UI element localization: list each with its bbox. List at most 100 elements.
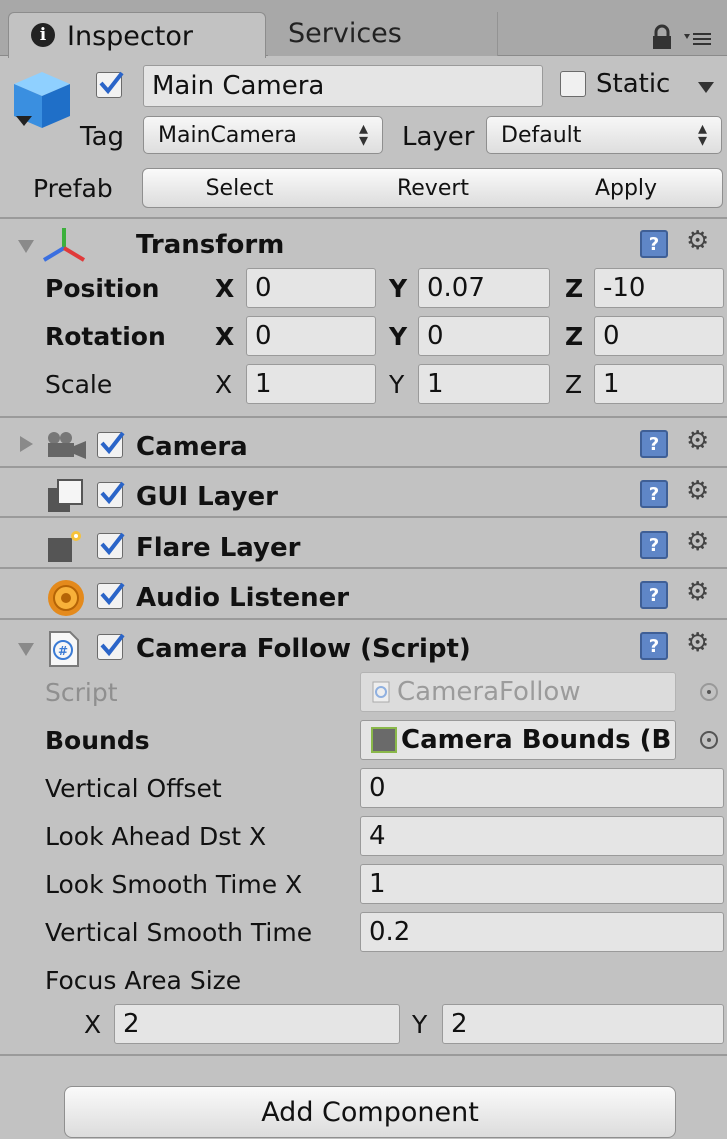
flare-layer-title: Flare Layer (136, 533, 301, 563)
scale-x-label[interactable]: X (215, 372, 232, 397)
focus-x-field[interactable]: 2 (114, 1004, 400, 1044)
prefab-revert-button[interactable]: Revert (336, 168, 531, 208)
position-x-label[interactable]: X (215, 276, 234, 301)
help-icon[interactable]: ? (640, 230, 668, 258)
gear-icon[interactable]: ⚙ (686, 579, 709, 605)
gui-layer-icon (48, 479, 83, 512)
look-ahead-dst-x-field[interactable]: 4 (360, 816, 724, 856)
vertical-offset-field[interactable]: 0 (360, 768, 724, 808)
tab-menu-icon[interactable] (684, 30, 712, 48)
svg-text:#: # (58, 644, 68, 658)
tag-label: Tag (80, 122, 125, 152)
position-y-label[interactable]: Y (389, 276, 407, 301)
tab-services[interactable]: Services (268, 12, 498, 56)
script-label: Script (45, 678, 118, 707)
lock-icon[interactable] (650, 24, 674, 50)
bounds-object-field[interactable]: Camera Bounds (B (360, 720, 676, 760)
tab-inspector-label: Inspector (67, 21, 193, 52)
static-checkbox[interactable] (560, 71, 586, 97)
tag-value: MainCamera (158, 122, 297, 148)
layer-label: Layer (402, 122, 475, 152)
info-icon: i (31, 23, 55, 47)
separator (0, 516, 727, 518)
box-collider-icon (371, 727, 397, 753)
camera-enabled-checkbox[interactable] (97, 431, 125, 458)
scale-y-label[interactable]: Y (389, 372, 404, 397)
separator (0, 618, 727, 620)
rotation-z-label[interactable]: Z (565, 324, 583, 349)
prefab-label: Prefab (33, 174, 113, 203)
position-z-label[interactable]: Z (565, 276, 583, 301)
focus-x-label[interactable]: X (84, 1012, 101, 1037)
tab-inspector[interactable]: i Inspector (8, 12, 266, 58)
gear-icon[interactable]: ⚙ (686, 228, 709, 254)
csharp-script-icon: # (49, 631, 79, 667)
transform-title: Transform (136, 230, 285, 260)
gear-icon[interactable]: ⚙ (686, 630, 709, 656)
gear-icon[interactable]: ⚙ (686, 478, 709, 504)
script-file-icon (372, 681, 390, 703)
scale-y-field[interactable]: 1 (418, 364, 550, 404)
position-z-field[interactable]: -10 (594, 268, 724, 308)
layer-dropdown[interactable]: Default ▴ ▾ (486, 116, 722, 154)
prefab-apply-button[interactable]: Apply (530, 168, 723, 208)
flare-layer-enabled-checkbox[interactable] (97, 532, 125, 559)
rotation-y-label[interactable]: Y (389, 324, 407, 349)
focus-y-field[interactable]: 2 (442, 1004, 724, 1044)
look-ahead-dst-x-label: Look Ahead Dst X (45, 822, 267, 851)
tab-services-label: Services (288, 18, 402, 49)
separator (0, 567, 727, 569)
transform-axis-icon (42, 228, 86, 262)
position-label: Position (45, 274, 160, 303)
add-component-button[interactable]: Add Component (64, 1086, 676, 1138)
script-enabled-checkbox[interactable] (97, 633, 125, 660)
vertical-smooth-time-label: Vertical Smooth Time (45, 918, 313, 947)
help-icon[interactable]: ? (640, 632, 668, 660)
rotation-x-label[interactable]: X (215, 324, 234, 349)
gear-icon[interactable]: ⚙ (686, 529, 709, 555)
foldout-arrow-icon[interactable] (20, 436, 33, 452)
help-icon[interactable]: ? (640, 480, 668, 508)
foldout-arrow-icon[interactable] (18, 240, 34, 253)
rotation-label: Rotation (45, 322, 166, 351)
scale-x-field[interactable]: 1 (246, 364, 376, 404)
audio-listener-title: Audio Listener (136, 583, 350, 613)
prefab-select-button[interactable]: Select (142, 168, 337, 208)
separator (0, 1054, 727, 1056)
object-picker-icon[interactable] (700, 731, 718, 749)
static-label: Static (596, 69, 671, 99)
bounds-label: Bounds (45, 726, 150, 755)
position-x-field[interactable]: 0 (246, 268, 376, 308)
help-icon[interactable]: ? (640, 430, 668, 458)
audio-listener-icon (48, 580, 84, 616)
rotation-z-field[interactable]: 0 (594, 316, 724, 356)
static-dropdown-icon[interactable] (698, 82, 714, 93)
active-checkbox[interactable] (96, 71, 124, 98)
help-icon[interactable]: ? (640, 531, 668, 559)
object-picker-icon (700, 683, 718, 701)
scale-z-field[interactable]: 1 (594, 364, 724, 404)
updown-arrows-icon: ▴ ▾ (358, 118, 368, 151)
name-field[interactable]: Main Camera (143, 65, 543, 107)
focus-area-size-label: Focus Area Size (45, 966, 242, 995)
script-component-title: Camera Follow (Script) (136, 634, 471, 664)
gear-icon[interactable]: ⚙ (686, 428, 709, 454)
rotation-y-field[interactable]: 0 (418, 316, 550, 356)
foldout-arrow-icon[interactable] (18, 643, 34, 656)
camera-title: Camera (136, 432, 248, 462)
tag-dropdown[interactable]: MainCamera ▴ ▾ (143, 116, 383, 154)
position-y-field[interactable]: 0.07 (418, 268, 550, 308)
look-smooth-time-x-label: Look Smooth Time X (45, 870, 303, 899)
separator (0, 416, 727, 418)
vertical-offset-label: Vertical Offset (45, 774, 222, 803)
scale-z-label[interactable]: Z (565, 372, 582, 397)
audio-listener-enabled-checkbox[interactable] (97, 582, 125, 609)
rotation-x-field[interactable]: 0 (246, 316, 376, 356)
vertical-smooth-time-field[interactable]: 0.2 (360, 912, 724, 952)
bounds-object-value: Camera Bounds (B (401, 725, 672, 755)
gui-layer-enabled-checkbox[interactable] (97, 481, 125, 508)
help-icon[interactable]: ? (640, 581, 668, 609)
focus-y-label[interactable]: Y (412, 1012, 427, 1037)
layer-value: Default (501, 122, 582, 148)
look-smooth-time-x-field[interactable]: 1 (360, 864, 724, 904)
